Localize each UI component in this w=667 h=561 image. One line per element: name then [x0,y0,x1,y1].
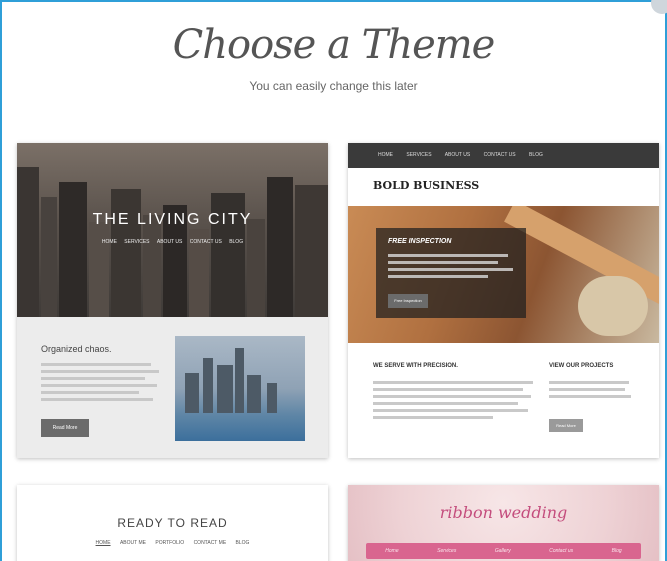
nav-item: CONTACT ME [193,540,227,546]
theme-nav: HOME SERVICES ABOUT US CONTACT US BLOG [348,143,659,168]
theme-nav: HOME SERVICES ABOUT US CONTACT US BLOG [17,239,328,245]
read-more-button: Read More [549,419,583,432]
hero-overlay: FREE INSPECTION Free Inspection [376,228,526,318]
theme-card-bold-business[interactable]: HOME SERVICES ABOUT US CONTACT US BLOG B… [348,143,659,458]
nav-item: HOME [378,152,393,158]
theme-title: BOLD BUSINESS [373,179,480,192]
nav-item: HOME [101,239,117,245]
nav-item: SERVICES [124,239,150,245]
read-more-button: Read More [41,419,89,437]
page-title: Choose a Theme [172,22,496,68]
theme-title: THE LIVING CITY [92,211,253,228]
nav-item: Contact us [549,548,574,554]
theme-nav: HOME ABOUT ME PORTFOLIO CONTACT ME BLOG [17,540,328,546]
nav-item: Services [437,548,457,554]
column-title: VIEW OUR PROJECTS [549,363,614,369]
nav-item: BLOG [235,540,250,546]
theme-nav: Home Services Gallery Contact us Blog [366,543,641,559]
free-inspection-button: Free Inspection [388,294,428,308]
nav-item: SERVICES [406,152,432,158]
theme-title: ribbon wedding [439,503,568,522]
theme-card-ready-to-read[interactable]: READY TO READ HOME ABOUT ME PORTFOLIO CO… [17,485,328,561]
nav-item: CONTACT US [189,239,222,245]
placeholder-text [549,381,631,402]
nav-item: PORTFOLIO [155,540,185,546]
nav-item: BLOG [229,239,244,245]
column-title: WE SERVE WITH PRECISION. [373,363,458,369]
nav-item: ABOUT ME [119,540,146,546]
infinity-pool-image [175,336,305,441]
level-tool-image: FREE INSPECTION Free Inspection [348,206,659,343]
nav-item: Home [385,548,399,554]
theme-card-ribbon-wedding[interactable]: ribbon wedding Home Services Gallery Con… [348,485,659,561]
nav-item: CONTACT US [483,152,516,158]
nav-item: Blog [611,548,622,554]
nav-item: Gallery [494,548,511,554]
theme-card-living-city[interactable]: THE LIVING CITY HOME SERVICES ABOUT US C… [17,143,328,458]
city-skyline-image: THE LIVING CITY HOME SERVICES ABOUT US C… [17,143,328,317]
placeholder-text [373,381,533,423]
overlay-title: FREE INSPECTION [388,238,452,245]
nav-item: ABOUT US [156,239,183,245]
nav-item: ABOUT US [444,152,471,158]
nav-item: HOME [95,540,111,546]
nav-item: BLOG [529,152,543,158]
theme-body-title: Organized chaos. [41,344,112,354]
page-subtitle: You can easily change this later [249,79,418,93]
placeholder-text [41,363,159,405]
theme-title: READY TO READ [117,516,228,530]
